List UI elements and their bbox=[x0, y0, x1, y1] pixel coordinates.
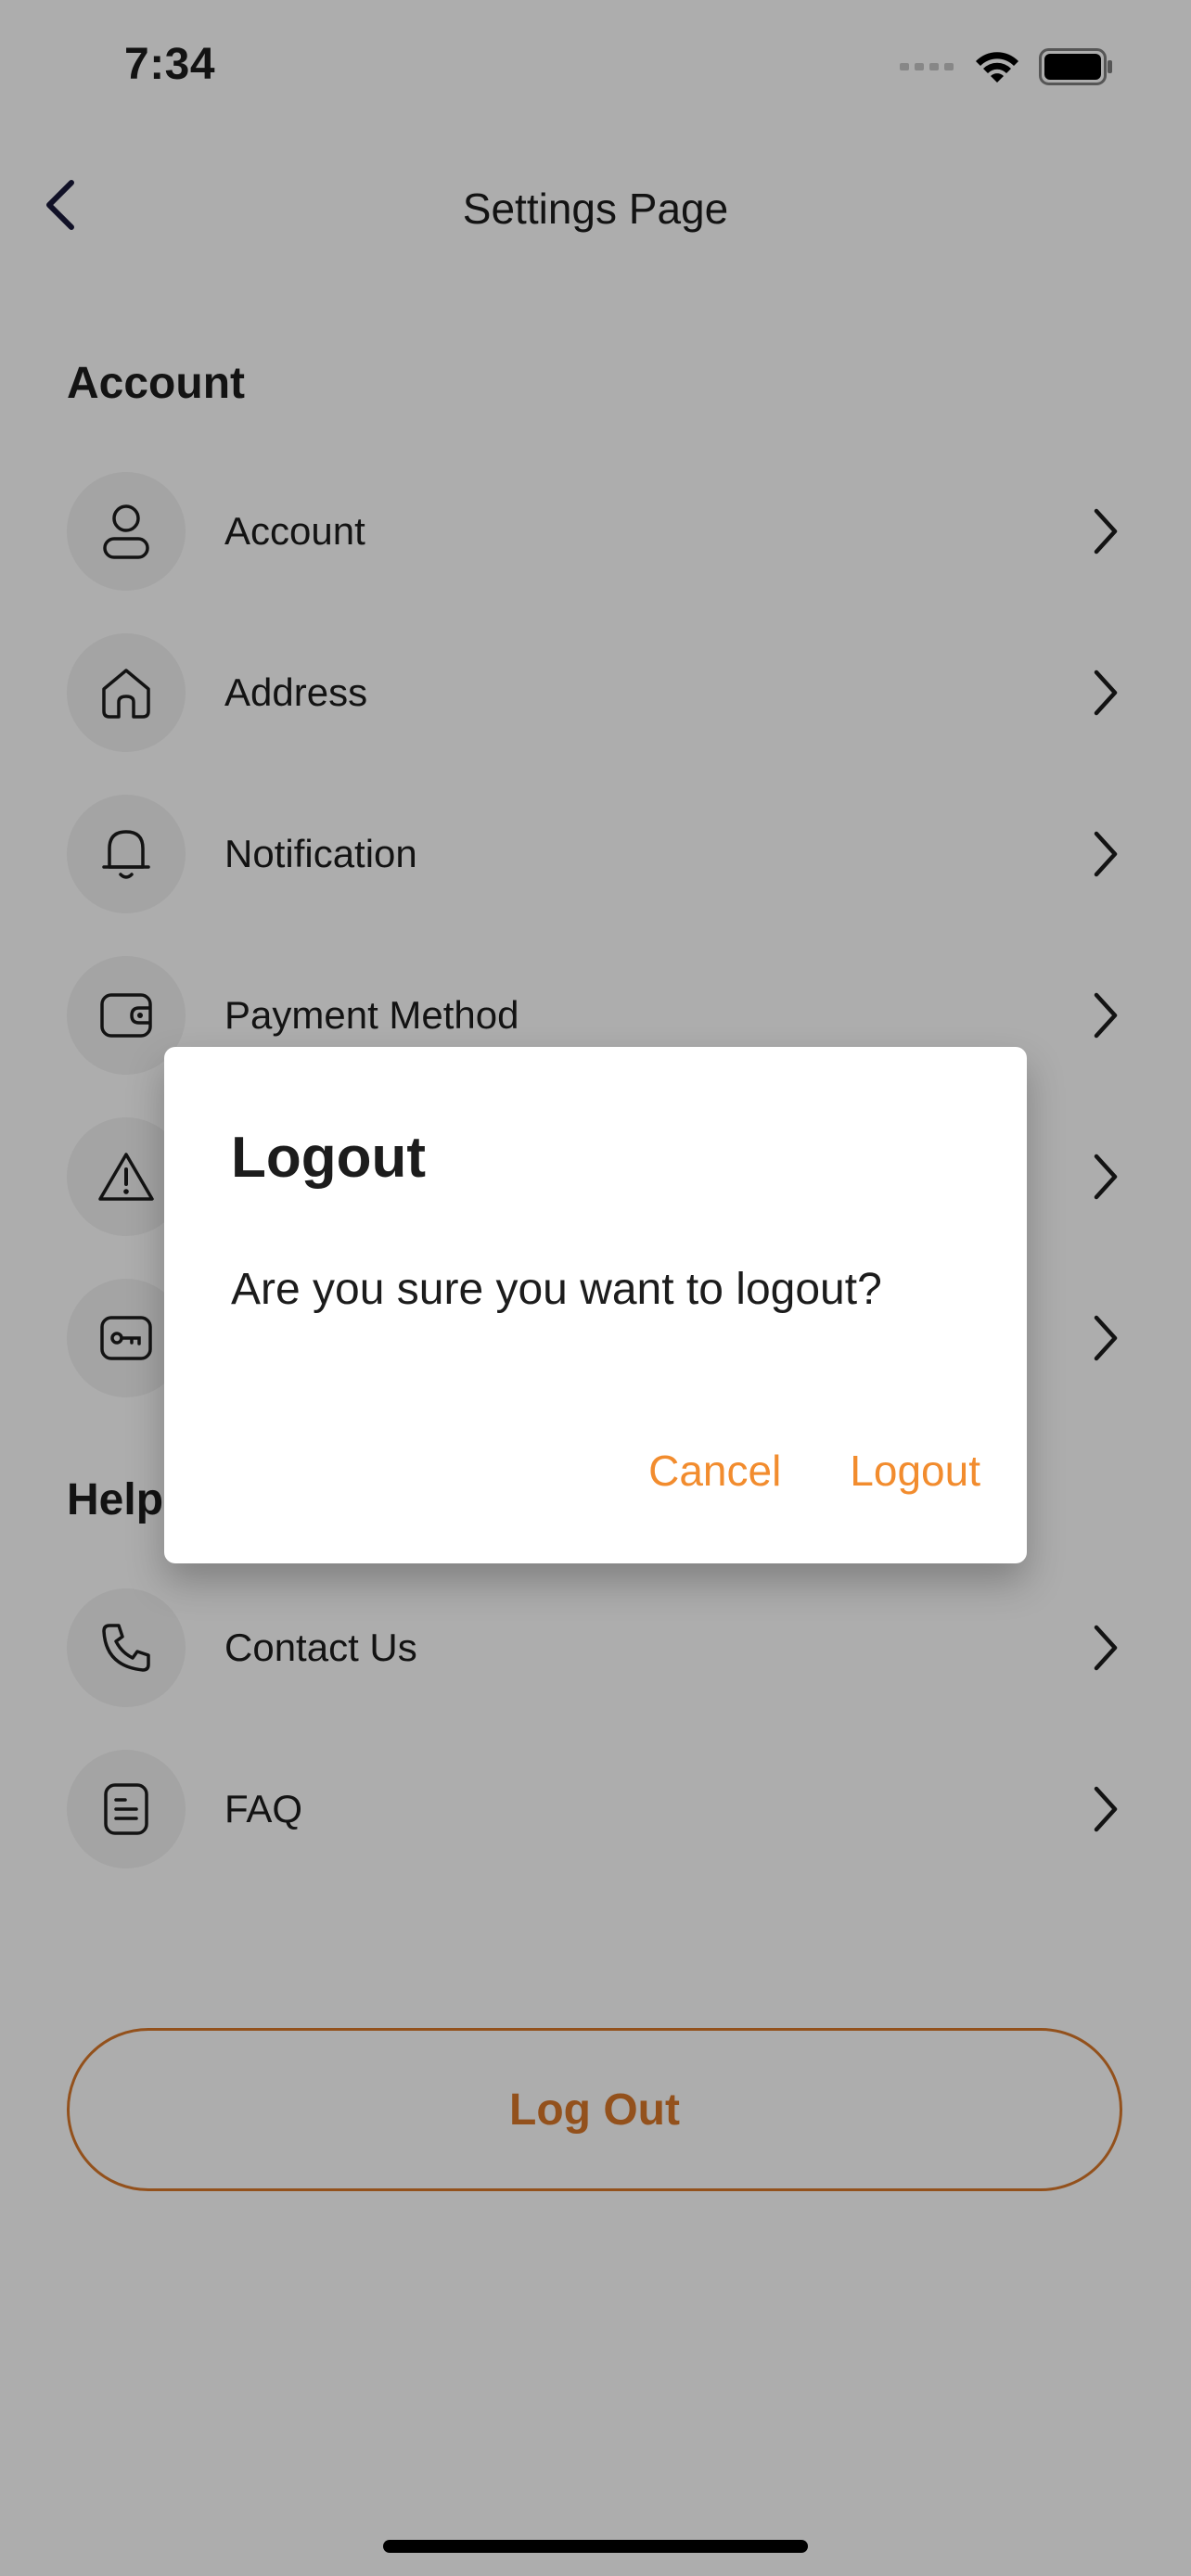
home-indicator bbox=[383, 2540, 808, 2553]
dialog-message: Are you sure you want to logout? bbox=[231, 1265, 882, 1314]
confirm-logout-button[interactable]: Logout bbox=[850, 1446, 980, 1496]
logout-dialog: Logout Are you sure you want to logout? … bbox=[164, 1047, 1027, 1563]
dialog-title: Logout bbox=[231, 1126, 427, 1190]
cancel-button[interactable]: Cancel bbox=[648, 1446, 781, 1496]
dialog-actions: Cancel Logout bbox=[648, 1446, 980, 1496]
